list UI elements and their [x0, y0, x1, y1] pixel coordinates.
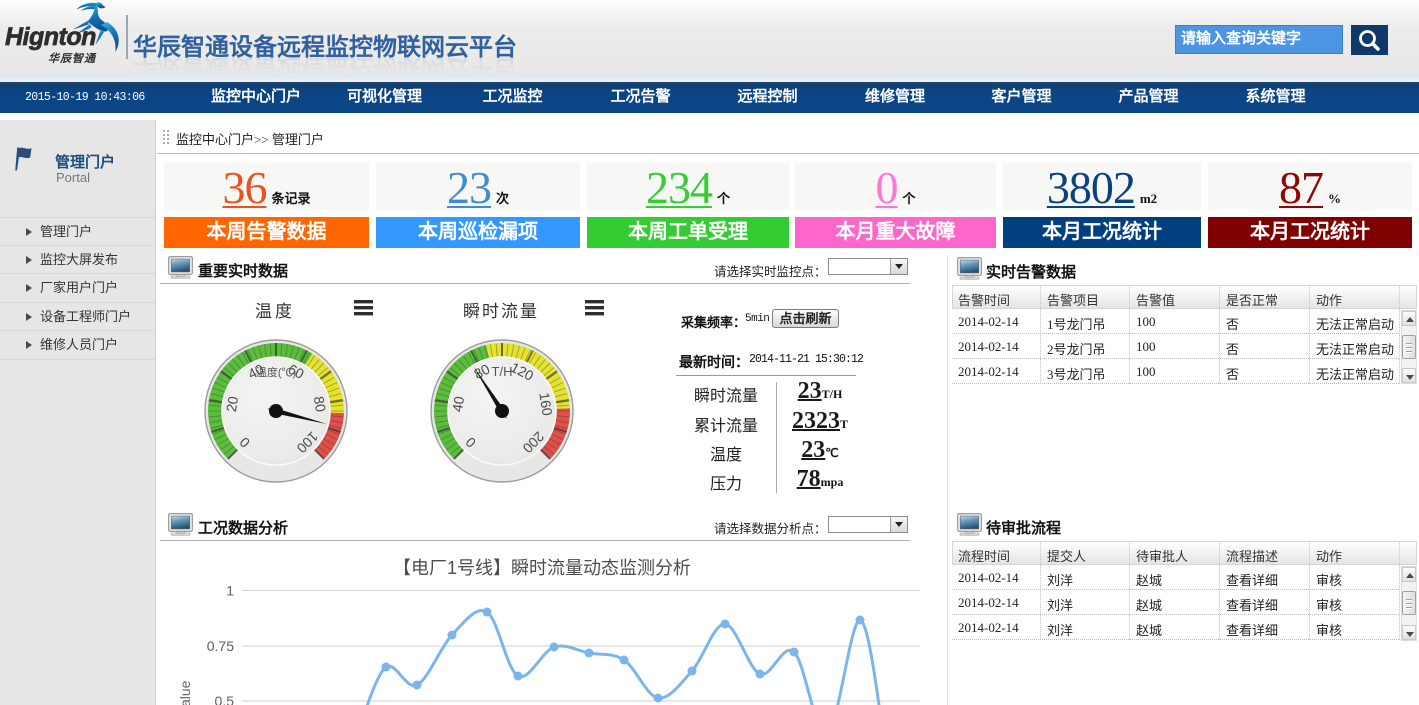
svg-text:40: 40 — [449, 395, 467, 413]
svg-text:温度(℃): 温度(℃) — [256, 365, 296, 379]
svg-text:80: 80 — [311, 395, 329, 413]
svg-text:T/H: T/H — [492, 364, 513, 379]
svg-text:0.75: 0.75 — [207, 638, 234, 654]
svg-text:1: 1 — [226, 583, 234, 599]
svg-text:20: 20 — [223, 395, 241, 413]
svg-text:0.5: 0.5 — [215, 693, 235, 705]
svg-text:value: value — [177, 680, 193, 705]
